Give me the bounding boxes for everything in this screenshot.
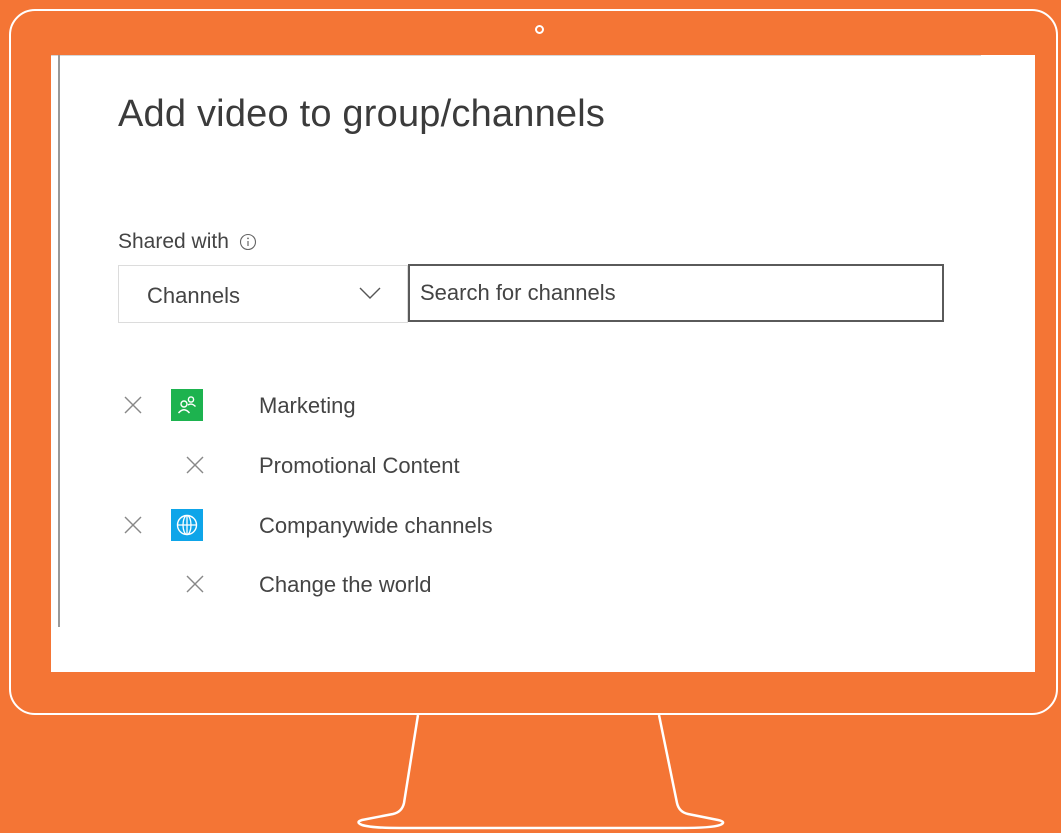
list-item-label: Promotional Content [259,453,460,478]
screen: Add video to group/channels Shared with … [51,55,1035,672]
search-input[interactable] [408,264,944,322]
list-item-label: Change the world [259,572,432,597]
scope-dropdown[interactable]: Channels [118,265,408,323]
remove-promotional-content-close-icon[interactable] [185,455,205,475]
chevron-down-icon [359,287,381,299]
panel-left-edge [58,55,60,627]
globe-icon [171,509,203,541]
remove-companywide-channels-close-icon[interactable] [123,515,143,535]
panel-top-divider [51,55,981,56]
scope-dropdown-value: Channels [147,283,240,308]
people-icon [171,389,203,421]
remove-change-the-world-close-icon[interactable] [185,574,205,594]
shared-with-label-row: Shared with [118,230,257,254]
dialog-title: Add video to group/channels [118,93,606,135]
list-item-label: Marketing [259,393,356,418]
shared-with-label: Shared with [118,230,229,253]
remove-marketing-close-icon[interactable] [123,395,143,415]
info-icon[interactable] [239,233,257,251]
list-item-label: Companywide channels [259,513,493,538]
